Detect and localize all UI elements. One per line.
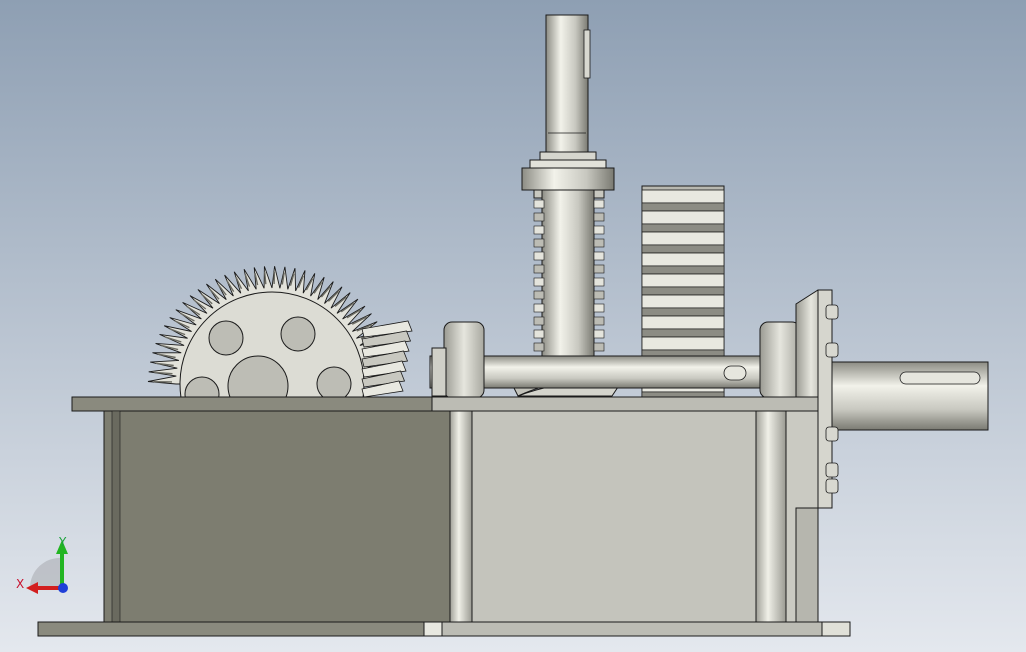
housing-body[interactable] [103, 410, 819, 624]
triad-x-label: X [16, 577, 24, 591]
housing-top-plate[interactable] [71, 396, 819, 412]
horizontal-output-shaft[interactable] [825, 361, 989, 431]
triad-z-axis [58, 583, 68, 593]
gearbox-model-view[interactable]: Y X [0, 0, 1026, 652]
triad-y-label: Y [58, 535, 67, 549]
cad-viewport[interactable]: Y X [0, 0, 1026, 652]
housing-base-plate[interactable] [37, 621, 851, 637]
